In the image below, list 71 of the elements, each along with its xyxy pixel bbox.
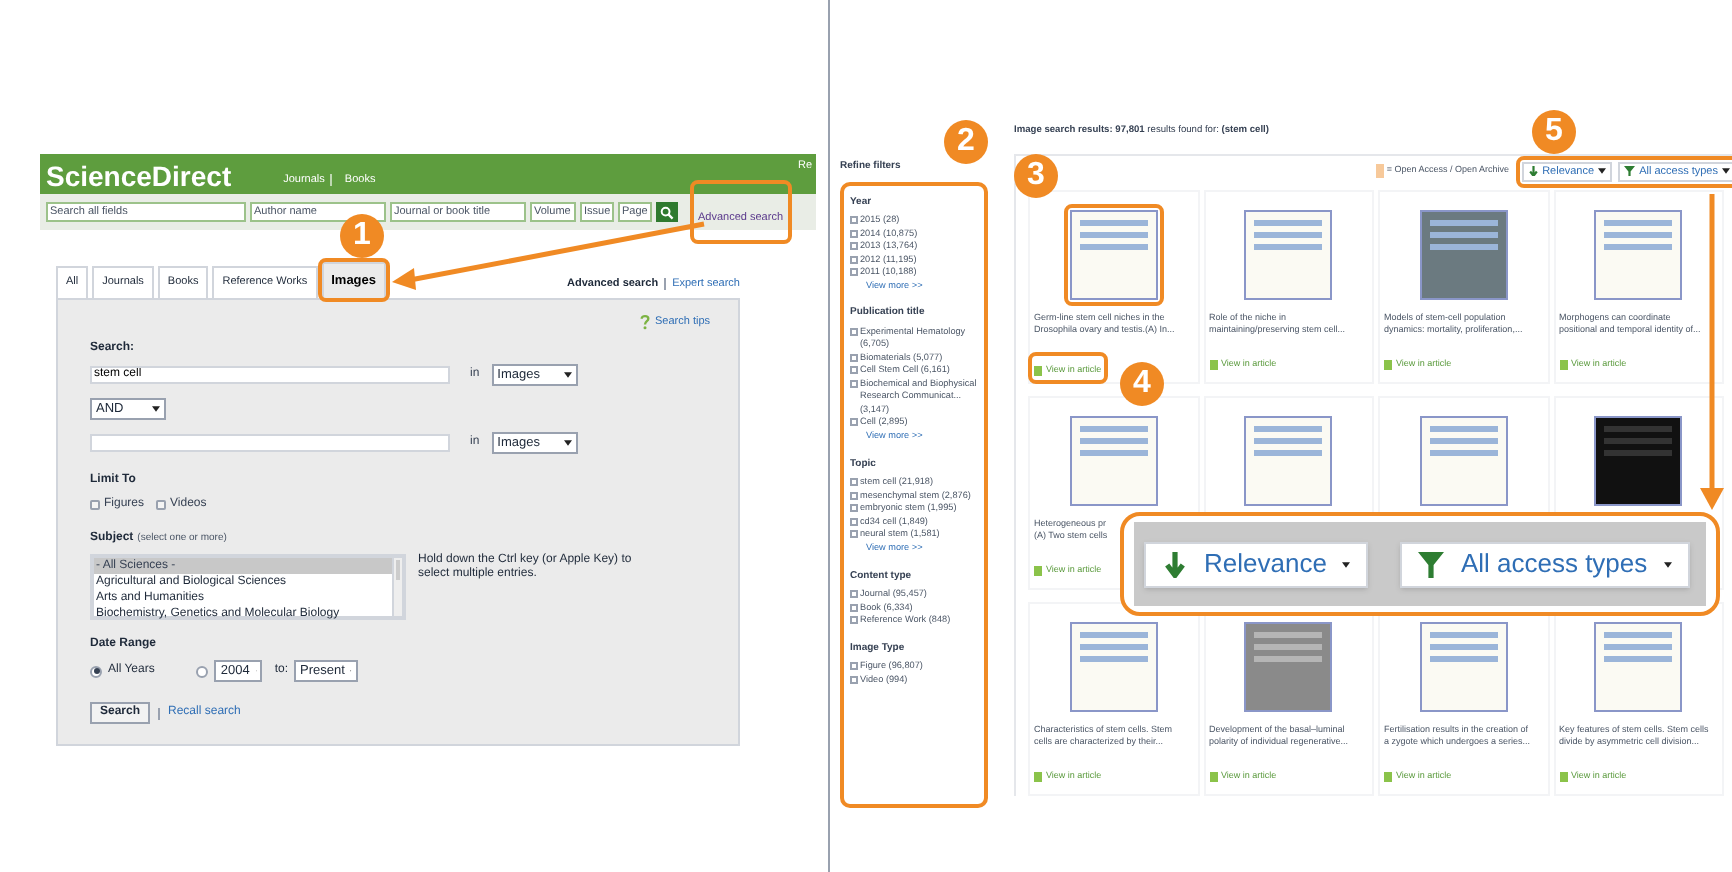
checkbox[interactable] xyxy=(850,530,858,539)
callout-number: 5 xyxy=(1532,110,1576,154)
checkbox[interactable] xyxy=(850,255,858,263)
search-button[interactable] xyxy=(656,202,678,222)
article-icon xyxy=(1034,366,1042,377)
checkbox[interactable] xyxy=(90,500,100,511)
article-icon xyxy=(1559,772,1567,783)
caret-icon xyxy=(152,406,160,413)
checkbox[interactable] xyxy=(850,517,858,526)
checkbox[interactable] xyxy=(850,491,858,500)
checkbox[interactable] xyxy=(850,242,858,250)
open-access-icon xyxy=(1376,164,1385,179)
down-arrow-icon xyxy=(1527,165,1539,177)
caret-icon xyxy=(1663,561,1672,567)
figure-thumbnail[interactable] xyxy=(1069,622,1158,713)
callout-outline xyxy=(1063,204,1164,307)
checkbox[interactable] xyxy=(850,366,858,375)
checkbox[interactable] xyxy=(156,500,167,511)
article-icon xyxy=(1384,772,1392,783)
figure-thumbnail[interactable] xyxy=(1594,416,1683,507)
callout-number: 2 xyxy=(944,120,988,164)
callout-number: 4 xyxy=(1120,362,1164,406)
checkbox[interactable] xyxy=(850,216,858,224)
sort-dropdown[interactable]: Relevance xyxy=(1144,541,1369,587)
help-icon xyxy=(640,314,651,331)
checkbox[interactable] xyxy=(850,353,858,362)
article-icon xyxy=(1384,360,1392,371)
figure-thumbnail[interactable] xyxy=(1244,622,1333,713)
callout-number: 3 xyxy=(1014,154,1058,198)
figure-thumbnail[interactable] xyxy=(1594,210,1683,301)
figure-thumbnail[interactable] xyxy=(1069,210,1158,301)
caret-icon xyxy=(1342,561,1351,567)
checkbox[interactable] xyxy=(850,675,858,684)
checkbox[interactable] xyxy=(850,268,858,276)
checkbox[interactable] xyxy=(850,504,858,513)
figure-thumbnail[interactable] xyxy=(1244,210,1333,301)
checkbox[interactable] xyxy=(850,379,858,388)
article-icon xyxy=(1034,566,1042,577)
filter-icon xyxy=(1418,551,1445,577)
filter-icon xyxy=(1624,165,1636,177)
access-dropdown[interactable]: All access types xyxy=(1400,541,1690,587)
checkbox[interactable] xyxy=(850,229,858,237)
figure-thumbnail[interactable] xyxy=(1594,622,1683,713)
checkbox[interactable] xyxy=(850,418,858,427)
figure-thumbnail[interactable] xyxy=(1069,416,1158,507)
checkbox[interactable] xyxy=(850,590,858,599)
caret-icon xyxy=(563,440,572,447)
figure-thumbnail[interactable] xyxy=(1419,622,1508,713)
search-icon xyxy=(660,205,674,219)
callout-outline xyxy=(690,180,791,244)
checkbox[interactable] xyxy=(850,478,858,487)
figure-thumbnail[interactable] xyxy=(1244,416,1333,507)
down-arrow-icon xyxy=(1162,551,1188,577)
caret-icon xyxy=(1722,168,1730,175)
caret-icon xyxy=(1598,168,1607,175)
figure-thumbnail[interactable] xyxy=(1419,416,1508,507)
caret-icon xyxy=(563,372,572,379)
callout-number: 1 xyxy=(340,214,384,258)
callout-outline xyxy=(1028,352,1108,384)
checkbox[interactable] xyxy=(850,662,858,671)
radio-button[interactable] xyxy=(90,665,102,678)
checkbox[interactable] xyxy=(850,616,858,625)
search-term-field[interactable] xyxy=(90,434,450,453)
article-icon xyxy=(1034,772,1042,783)
article-icon xyxy=(1559,360,1567,371)
radio-button[interactable] xyxy=(196,665,209,678)
checkbox[interactable] xyxy=(850,327,858,336)
article-icon xyxy=(1209,360,1217,371)
figure-thumbnail[interactable] xyxy=(1419,210,1508,301)
checkbox[interactable] xyxy=(850,603,858,612)
article-icon xyxy=(1209,772,1217,783)
